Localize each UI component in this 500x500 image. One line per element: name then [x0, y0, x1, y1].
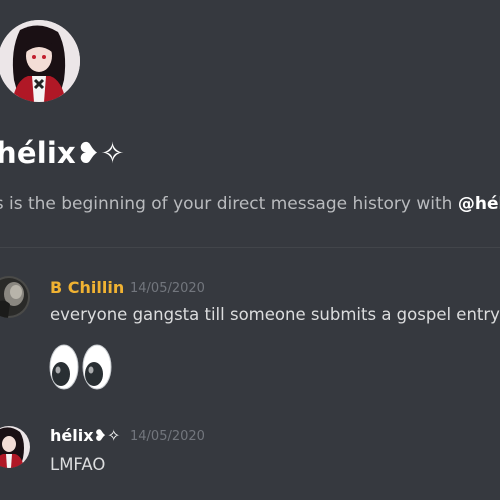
dm-channel-view: hélix❥✧ is is the beginning of your dire…	[0, 0, 500, 500]
profile-picture-anime-girl	[0, 426, 30, 468]
dm-header-avatar	[0, 20, 80, 102]
dm-header-title: hélix❥✧	[0, 136, 125, 170]
message-timestamp: 14/05/2020	[130, 281, 205, 296]
message-text: LMFAO	[50, 455, 106, 474]
dm-header-subtitle: is is the beginning of your direct messa…	[0, 194, 500, 214]
header-divider	[0, 247, 500, 248]
eyes-emoji	[49, 344, 112, 390]
message-text: everyone gangsta till someone submits a …	[50, 305, 500, 324]
message-author[interactable]: hélix❥✧	[50, 426, 120, 445]
profile-picture-dark	[0, 276, 30, 318]
message-avatar-b-chillin[interactable]	[0, 276, 30, 318]
user-mention[interactable]: @hél	[458, 194, 500, 214]
message-author[interactable]: B Chillin	[50, 278, 124, 297]
message-avatar-helix[interactable]	[0, 426, 30, 468]
message-timestamp: 14/05/2020	[130, 429, 205, 444]
profile-picture-anime-girl	[0, 20, 80, 102]
dm-header-subtitle-text: is is the beginning of your direct messa…	[0, 194, 458, 214]
